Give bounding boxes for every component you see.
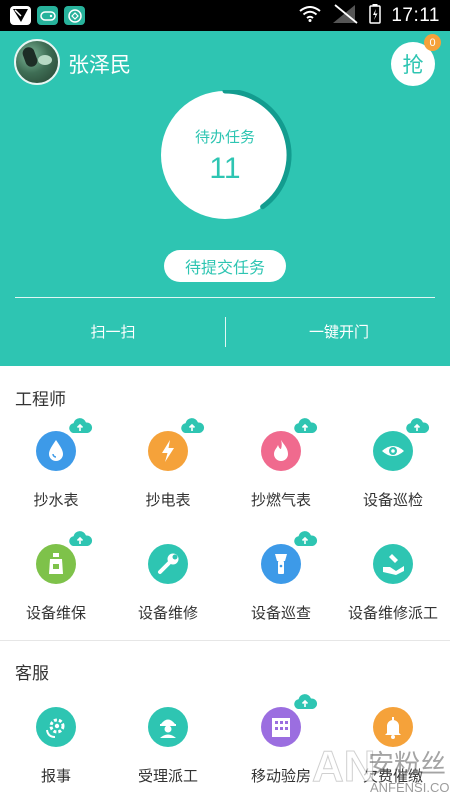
- game-controller-icon: [37, 6, 58, 25]
- grab-order-badge: 0: [424, 34, 441, 51]
- tile-label: 报事: [40, 767, 71, 785]
- pending-tasks-ring[interactable]: 待办任务 11: [160, 90, 296, 226]
- wrench-icon: [148, 544, 188, 584]
- header-divider: [15, 297, 435, 298]
- tile-label: 抄燃气表: [250, 491, 311, 509]
- cloud-upload-icon: [294, 531, 318, 546]
- flame-icon: [261, 431, 301, 471]
- tile-label: 设备巡检: [362, 491, 423, 509]
- cloud-upload-icon: [181, 418, 205, 433]
- tile-water-drop[interactable]: 抄水表: [0, 418, 112, 531]
- dashboard-header: 张泽民 抢 0 待办任务 11 待提交任务 扫一扫 一键开门: [0, 31, 450, 366]
- pending-submit-button[interactable]: 待提交任务: [164, 250, 286, 282]
- watermark-url: ANFENSI.COM: [370, 780, 450, 795]
- notification-app-icon: [10, 6, 31, 25]
- tile-worker[interactable]: 受理派工: [112, 707, 224, 800]
- vpn-shield-icon: [64, 6, 85, 25]
- section-title-customer-service: 客服: [15, 664, 49, 684]
- open-door-button[interactable]: 一键开门: [239, 321, 439, 342]
- building-icon: [261, 707, 301, 747]
- tile-bottle[interactable]: 设备维保: [0, 531, 112, 644]
- lightning-icon: [148, 431, 188, 471]
- username: 张泽民: [68, 53, 131, 77]
- cloud-upload-icon: [69, 531, 93, 546]
- tile-label: 设备维修: [137, 604, 198, 622]
- section-title-engineer: 工程师: [15, 390, 66, 410]
- tile-label: 设备巡查: [250, 604, 311, 622]
- flashlight-icon: [261, 544, 301, 584]
- section-divider: [0, 640, 450, 641]
- cloud-upload-icon: [406, 418, 430, 433]
- tile-flashlight[interactable]: 设备巡查: [225, 531, 337, 644]
- tile-label: 设备维保: [25, 604, 86, 622]
- worker-icon: [148, 707, 188, 747]
- no-signal-icon: [331, 3, 359, 30]
- tile-eye[interactable]: 设备巡检: [337, 418, 449, 531]
- action-divider: [225, 317, 226, 347]
- eye-icon: [373, 431, 413, 471]
- scan-button[interactable]: 扫一扫: [13, 321, 213, 342]
- tile-dispatch-hand[interactable]: 设备维修派工: [337, 544, 449, 644]
- tile-flame[interactable]: 抄燃气表: [225, 418, 337, 531]
- battery-icon: [369, 3, 382, 29]
- water-drop-icon: [36, 431, 76, 471]
- pending-tasks-label: 待办任务: [194, 128, 255, 146]
- status-bar-system: 17:11: [299, 3, 440, 30]
- watermark-logo: AN 安粉丝 ANFENSI.COM: [312, 740, 450, 800]
- status-time: 17:11: [391, 5, 440, 26]
- dispatch-hand-icon: [373, 544, 413, 584]
- watermark-an: AN: [312, 742, 377, 792]
- cloud-upload-icon: [294, 694, 318, 709]
- tile-label: 抄电表: [145, 491, 191, 509]
- cloud-upload-icon: [294, 418, 318, 433]
- tile-wrench[interactable]: 设备维修: [112, 544, 224, 644]
- tile-report-gear[interactable]: 报事: [0, 707, 112, 800]
- cloud-upload-icon: [69, 418, 93, 433]
- status-bar-notifications: [10, 6, 85, 25]
- pending-tasks-count: 11: [209, 152, 241, 185]
- status-bar: 17:11: [0, 0, 450, 31]
- avatar[interactable]: [14, 39, 60, 85]
- tile-label: 抄水表: [33, 491, 79, 509]
- tile-label: 设备维修派工: [347, 604, 438, 622]
- report-gear-icon: [36, 707, 76, 747]
- tile-label: 受理派工: [137, 767, 198, 785]
- bottle-icon: [36, 544, 76, 584]
- tile-lightning[interactable]: 抄电表: [112, 418, 224, 531]
- watermark-text: 安粉丝: [368, 750, 447, 780]
- wifi-icon: [299, 5, 321, 27]
